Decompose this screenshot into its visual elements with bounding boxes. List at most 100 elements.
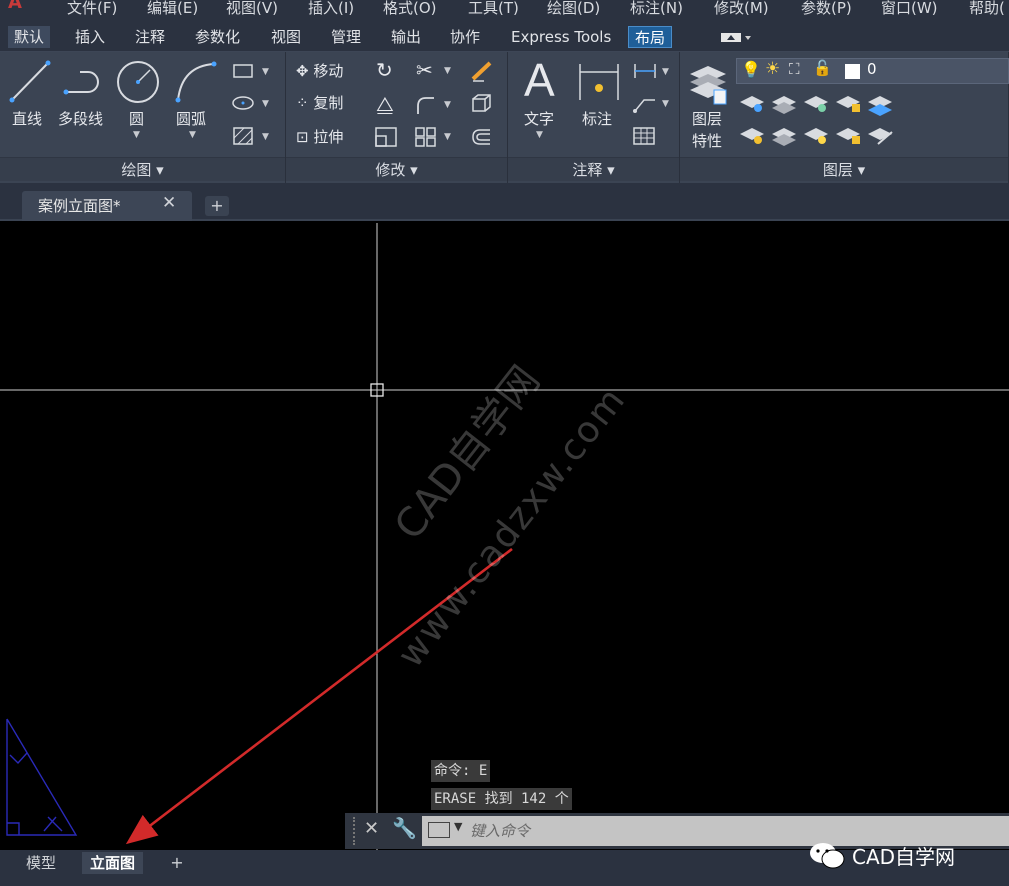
polyline-tool-label[interactable]: 多段线 [58, 108, 103, 129]
layer-dropdown[interactable]: 💡 ☀ ⛶ 🔓 0 [736, 58, 1009, 84]
linear-dim-icon[interactable] [632, 62, 658, 80]
ellipse-dropdown-icon[interactable]: ▼ [262, 99, 269, 109]
tab-default[interactable]: 默认 [8, 26, 51, 48]
annotation-panel-title[interactable]: 注释 ▾ [508, 157, 679, 181]
menu-help[interactable]: 帮助( [969, 0, 1005, 18]
brand-watermark: CAD自学网 [808, 838, 955, 872]
scale-icon[interactable] [374, 126, 398, 148]
document-tab[interactable]: 案例立面图* ✕ [22, 191, 192, 221]
close-command-line-icon[interactable]: ✕ [364, 818, 379, 839]
arc-icon[interactable] [172, 58, 220, 104]
arc-dropdown-icon[interactable]: ▼ [189, 130, 196, 140]
copy-tool[interactable]: ⁘ 复制 [296, 92, 343, 113]
modify-panel-title[interactable]: 修改 ▾ [286, 157, 507, 181]
command-line-grip[interactable] [353, 817, 356, 845]
menu-parametric[interactable]: 参数(P) [801, 0, 852, 18]
fillet-dropdown-icon[interactable]: ▼ [444, 100, 451, 110]
tab-annotate[interactable]: 注释 [129, 26, 171, 48]
triangle-drawing [6, 718, 78, 836]
ribbon-display-toggle[interactable] [712, 27, 751, 47]
trim-icon[interactable]: ✂ [416, 58, 433, 82]
circle-tool-label[interactable]: 圆 [129, 108, 144, 129]
dimension-tool-label[interactable]: 标注 [582, 108, 612, 129]
close-tab-icon[interactable]: ✕ [162, 193, 176, 213]
customize-wrench-icon[interactable]: 🔧 [392, 816, 417, 840]
table-icon[interactable] [632, 126, 656, 146]
offset-icon[interactable] [470, 126, 494, 148]
copy-icon: ⁘ [296, 94, 309, 112]
tab-parametric[interactable]: 参数化 [189, 26, 246, 48]
rotate-icon[interactable]: ↻ [376, 58, 393, 82]
leader-dropdown-icon[interactable]: ▼ [662, 99, 669, 109]
document-tab-bar: 案例立面图* ✕ + [0, 183, 1009, 221]
new-tab-button[interactable]: + [205, 196, 229, 216]
circle-dropdown-icon[interactable]: ▼ [133, 130, 140, 140]
layer-viewport-icon: ⛶ [789, 60, 800, 78]
wechat-icon [810, 843, 845, 869]
menu-insert[interactable]: 插入(I) [308, 0, 354, 18]
rectangle-dropdown-icon[interactable]: ▼ [262, 67, 269, 77]
erase-icon[interactable] [470, 60, 494, 82]
polyline-icon[interactable] [62, 62, 108, 102]
tab-layout[interactable]: 布局 [628, 26, 673, 48]
text-dropdown-icon[interactable]: ▼ [536, 130, 543, 140]
menu-edit[interactable]: 编辑(E) [147, 0, 198, 18]
ribbon-minimize-icon [721, 33, 751, 42]
line-icon[interactable] [8, 58, 54, 104]
mirror-icon[interactable]: ⧋ [376, 92, 394, 116]
draw-panel-title[interactable]: 绘图 ▾ [0, 157, 285, 181]
brand-text: CAD自学网 [852, 844, 956, 869]
layer-properties-label-2[interactable]: 特性 [692, 130, 722, 151]
menu-file[interactable]: 文件(F) [67, 0, 117, 18]
menu-draw[interactable]: 绘图(D) [547, 0, 600, 18]
text-tool-label[interactable]: 文字 [524, 108, 554, 129]
trim-dropdown-icon[interactable]: ▼ [444, 66, 451, 76]
hatch-dropdown-icon[interactable]: ▼ [262, 132, 269, 142]
app-logo-icon[interactable]: A [8, 0, 38, 12]
menu-tools[interactable]: 工具(T) [468, 0, 519, 18]
layer-icon-row-2 [740, 128, 893, 146]
modify-panel: ✥ 移动 ⁘ 复制 ⊡ 拉伸 ↻ ✂ ▼ ⧋ ▼ ▼ 修改 ▾ [286, 52, 508, 183]
move-icon: ✥ [296, 62, 309, 80]
drawing-canvas[interactable]: CAD自学网 www.cadzxw.com [0, 223, 1009, 850]
rectangle-icon[interactable] [232, 62, 256, 80]
array-dropdown-icon[interactable]: ▼ [444, 132, 451, 142]
recent-commands-dropdown-icon[interactable]: ▼ [454, 820, 462, 833]
layers-panel-title[interactable]: 图层 ▾ [680, 157, 1008, 181]
stretch-tool[interactable]: ⊡ 拉伸 [296, 126, 343, 147]
tab-manage[interactable]: 管理 [325, 26, 367, 48]
move-tool[interactable]: ✥ 移动 [296, 60, 343, 81]
layer-properties-icon[interactable] [686, 60, 730, 106]
menu-bar: A 文件(F) 编辑(E) 视图(V) 插入(I) 格式(O) 工具(T) 绘图… [0, 0, 1009, 22]
add-layout-button[interactable]: + [164, 853, 190, 873]
dimension-icon[interactable] [576, 60, 622, 104]
arc-tool-label[interactable]: 圆弧 [176, 108, 206, 129]
text-icon[interactable]: A [524, 54, 555, 106]
layout-tab-model[interactable]: 模型 [18, 852, 64, 874]
fillet-icon[interactable] [414, 94, 438, 116]
layer-thaw-icon: ☀ [765, 59, 781, 79]
layout-tab-elevation[interactable]: 立面图 [82, 852, 144, 874]
layer-unlock-icon: 🔓 [813, 59, 832, 77]
tab-express-tools[interactable]: Express Tools [505, 26, 617, 48]
tab-output[interactable]: 输出 [385, 26, 427, 48]
menu-window[interactable]: 窗口(W) [881, 0, 938, 18]
ellipse-icon[interactable] [232, 94, 256, 112]
circle-icon[interactable] [114, 58, 162, 106]
menu-dimension[interactable]: 标注(N) [630, 0, 683, 18]
layer-properties-label-1[interactable]: 图层 [692, 108, 722, 129]
line-tool-label[interactable]: 直线 [12, 108, 42, 129]
array-icon[interactable] [414, 126, 438, 148]
menu-view[interactable]: 视图(V) [226, 0, 278, 18]
tab-collaborate[interactable]: 协作 [444, 26, 486, 48]
recent-commands-icon[interactable] [428, 822, 450, 838]
linear-dim-dropdown-icon[interactable]: ▼ [662, 67, 669, 77]
hatch-icon[interactable] [232, 126, 256, 146]
tab-insert[interactable]: 插入 [69, 26, 111, 48]
explode-icon[interactable] [470, 92, 494, 114]
menu-format[interactable]: 格式(O) [383, 0, 437, 18]
tab-view[interactable]: 视图 [265, 26, 307, 48]
layer-on-icon: 💡 [741, 60, 761, 79]
menu-modify[interactable]: 修改(M) [714, 0, 769, 18]
leader-icon[interactable] [632, 94, 658, 114]
